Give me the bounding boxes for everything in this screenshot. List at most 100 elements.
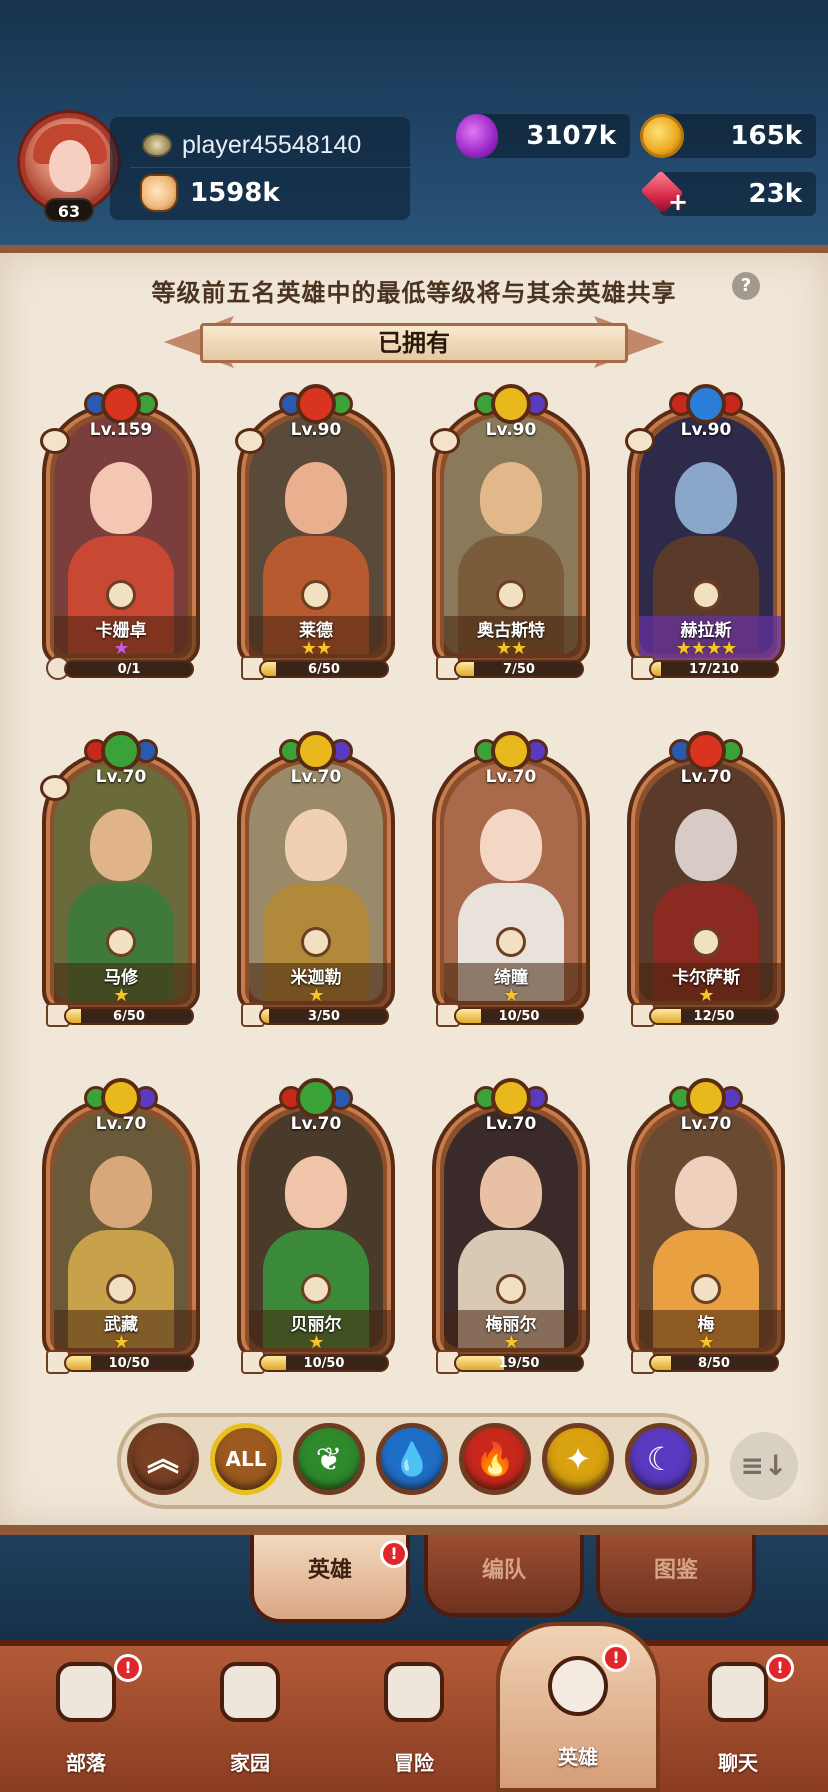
filter-rarity-button[interactable]: ︽ — [127, 1423, 199, 1495]
filter-dark-button[interactable]: ☾ — [625, 1423, 697, 1495]
help-icon[interactable]: ? — [732, 272, 760, 300]
hero-portrait-head — [480, 462, 542, 534]
tab-formation[interactable]: 编队 — [424, 1535, 584, 1617]
hero-level: Lv.70 — [290, 1114, 342, 1134]
shard-progress-bar: 6/50 — [259, 660, 389, 678]
hero-card[interactable]: Lv.70 梅 ★ 8/50 — [627, 1078, 785, 1388]
shard-count: 10/50 — [108, 1356, 150, 1371]
shard-progress-bar: 17/210 — [649, 660, 779, 678]
nav-item-2[interactable]: 冒险 — [354, 1652, 474, 1788]
shard-count: 10/50 — [498, 1009, 540, 1024]
light-element-icon — [296, 731, 336, 771]
fire-element-icon — [296, 384, 336, 424]
filter-all-button[interactable]: ALL — [210, 1423, 282, 1495]
nav-label: 家园 — [230, 1751, 270, 1775]
hero-card[interactable]: Lv.159 卡姗卓 ★ 0/1 — [40, 384, 200, 694]
shard-count: 3/50 — [308, 1009, 340, 1024]
filter-nature-button[interactable]: ❦ — [293, 1423, 365, 1495]
hero-card[interactable]: Lv.90 莱德 ★★ 6/50 — [235, 384, 395, 694]
hero-card[interactable]: Lv.70 绮瞳 ★ 10/50 — [432, 731, 590, 1041]
shard-progress-bar: 8/50 — [649, 1354, 779, 1372]
add-gems-icon[interactable]: + — [668, 188, 688, 216]
filter-fire-button[interactable]: 🔥 — [459, 1423, 531, 1495]
shard-count: 0/1 — [117, 662, 141, 677]
role-icon — [301, 1274, 331, 1304]
filter-light-button[interactable]: ✦ — [542, 1423, 614, 1495]
light-element-icon — [491, 1078, 531, 1118]
nav-item-4[interactable]: 聊天 ! — [678, 1652, 798, 1788]
player-name: player45548140 — [182, 130, 362, 159]
sort-button[interactable]: ≡↓ — [730, 1432, 798, 1500]
gems-value: 23k — [748, 179, 802, 209]
shard-progress-bar: 0/1 — [64, 660, 194, 678]
hero-level: Lv.70 — [95, 1114, 147, 1134]
hero-portrait-head — [675, 1156, 737, 1228]
role-icon — [496, 580, 526, 610]
hero-portrait-head — [90, 462, 152, 534]
nav-label: 冒险 — [394, 1751, 434, 1775]
hero-portrait-head — [480, 809, 542, 881]
hero-level: Lv.70 — [290, 767, 342, 787]
role-icon — [301, 927, 331, 957]
hero-portrait-head — [285, 462, 347, 534]
shard-progress-bar: 7/50 — [454, 660, 584, 678]
gold-coin-icon — [640, 114, 684, 158]
nav-label: 英雄 — [558, 1745, 598, 1769]
tab-heroes-label: 英雄 — [307, 1558, 352, 1583]
nav-item-3[interactable]: 英雄 ! — [496, 1622, 660, 1792]
hero-portrait-head — [285, 809, 347, 881]
role-icon — [106, 927, 136, 957]
shard-count: 8/50 — [698, 1356, 730, 1371]
hero-card[interactable]: Lv.90 奥古斯特 ★★ 7/50 — [430, 384, 590, 694]
light-element-icon — [101, 1078, 141, 1118]
shard-count: 12/50 — [693, 1009, 735, 1024]
hero-card[interactable]: Lv.70 贝丽尔 ★ 10/50 — [237, 1078, 395, 1388]
tab-codex[interactable]: 图鉴 — [596, 1535, 756, 1617]
shard-progress-bar: 10/50 — [454, 1007, 584, 1025]
shard-count: 17/210 — [689, 662, 739, 677]
hero-portrait-head — [675, 462, 737, 534]
hero-card[interactable]: Lv.70 武藏 ★ 10/50 — [42, 1078, 200, 1388]
light-element-icon — [491, 384, 531, 424]
shard-count: 10/50 — [303, 1356, 345, 1371]
hero-level: Lv.70 — [95, 767, 147, 787]
nature-element-icon — [101, 731, 141, 771]
filter-water-button[interactable]: 💧 — [376, 1423, 448, 1495]
hero-level: Lv.90 — [485, 420, 537, 440]
role-icon — [496, 1274, 526, 1304]
house-icon — [220, 1662, 280, 1722]
rank-icon — [142, 133, 172, 157]
shard-progress-bar: 10/50 — [259, 1354, 389, 1372]
hero-card[interactable]: Lv.70 卡尔萨斯 ★ 12/50 — [627, 731, 785, 1041]
nav-item-1[interactable]: 家园 — [190, 1652, 310, 1788]
hero-card[interactable]: Lv.90 赫拉斯 ★★★★ 17/210 — [625, 384, 785, 694]
avatar-face — [49, 140, 91, 192]
shield-icon — [56, 1662, 116, 1722]
role-icon — [106, 580, 136, 610]
hero-card[interactable]: Lv.70 马修 ★ 6/50 — [40, 731, 200, 1041]
tab-codex-label: 图鉴 — [653, 1558, 698, 1583]
role-icon — [691, 927, 721, 957]
hero-portrait-head — [675, 809, 737, 881]
fist-icon — [140, 174, 178, 212]
hero-level: Lv.70 — [485, 1114, 537, 1134]
hero-portrait-head — [90, 809, 152, 881]
hero-card[interactable]: Lv.70 米迦勒 ★ 3/50 — [237, 731, 395, 1041]
nav-label: 聊天 — [718, 1751, 758, 1775]
alert-icon: ! — [766, 1654, 794, 1682]
hero-stars: ★ — [113, 638, 129, 659]
player-info-panel[interactable]: player45548140 1598k — [110, 117, 410, 220]
level-share-notice: 等级前五名英雄中的最低等级将与其余英雄共享 — [151, 279, 677, 307]
power-value: 1598k — [190, 178, 280, 208]
hero-card[interactable]: Lv.70 梅丽尔 ★ 19/50 — [432, 1078, 590, 1388]
nav-item-0[interactable]: 部落 ! — [26, 1652, 146, 1788]
player-avatar[interactable] — [20, 113, 118, 211]
shard-count: 7/50 — [503, 662, 535, 677]
light-element-icon — [686, 1078, 726, 1118]
elixir-icon — [456, 114, 498, 158]
role-icon — [106, 1274, 136, 1304]
fire-element-icon — [686, 731, 726, 771]
tab-heroes-alert-icon: ! — [380, 1540, 408, 1568]
role-icon — [496, 927, 526, 957]
hero-level: Lv.159 — [89, 420, 153, 440]
